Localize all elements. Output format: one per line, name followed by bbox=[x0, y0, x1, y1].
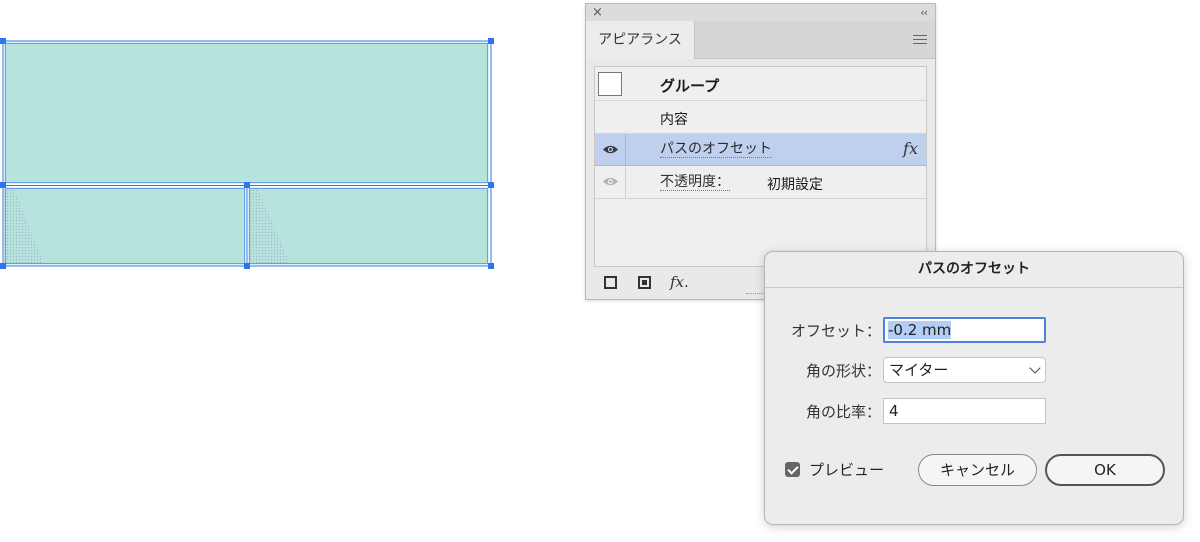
opacity-label-link[interactable]: 不透明度： bbox=[660, 174, 730, 191]
group-thumbnail bbox=[598, 72, 622, 96]
eye-icon[interactable] bbox=[602, 144, 619, 155]
row-offset-path-effect[interactable]: パスのオフセット fx bbox=[595, 134, 926, 166]
cancel-button[interactable]: キャンセル bbox=[918, 454, 1037, 486]
ok-button[interactable]: OK bbox=[1045, 454, 1165, 486]
offset-path-dialog: パスのオフセット オフセット： -0.2 mm 角の形状： マイター 角の比率：… bbox=[764, 251, 1184, 525]
contents-label: 内容 bbox=[660, 112, 688, 128]
add-effect-fx-icon[interactable]: fx. bbox=[670, 273, 689, 291]
handle-bottom-right[interactable] bbox=[488, 263, 494, 269]
group-label: グループ bbox=[660, 77, 720, 95]
artwork-top-rect[interactable] bbox=[3, 41, 490, 185]
offset-value-selected: -0.2 mm bbox=[888, 321, 952, 339]
offset-label: オフセット： bbox=[790, 322, 881, 340]
dialog-title: パスのオフセット bbox=[918, 261, 1030, 277]
eye-icon[interactable] bbox=[602, 176, 619, 187]
joins-selected-value: マイター bbox=[889, 361, 949, 379]
row-opacity[interactable]: 不透明度： 初期設定 bbox=[595, 166, 926, 199]
handle-middle-left[interactable] bbox=[0, 182, 6, 188]
fx-icon: fx bbox=[903, 139, 918, 158]
appearance-list: グループ 内容 パスのオフセット fx 不透明度： 初期設定 bbox=[594, 66, 927, 267]
handle-top-right[interactable] bbox=[488, 38, 494, 44]
handle-middle-right[interactable] bbox=[488, 182, 494, 188]
artwork-canvas bbox=[0, 38, 494, 269]
miter-limit-input[interactable]: 4 bbox=[883, 398, 1046, 424]
row-group[interactable]: グループ bbox=[595, 67, 926, 101]
preview-checkbox[interactable] bbox=[785, 462, 800, 477]
add-fill-icon[interactable] bbox=[638, 276, 651, 289]
opacity-value: 初期設定 bbox=[767, 177, 823, 193]
preview-label[interactable]: プレビュー bbox=[809, 459, 884, 480]
visibility-toggle[interactable] bbox=[595, 134, 626, 165]
add-stroke-icon[interactable] bbox=[604, 276, 617, 289]
handle-top-left[interactable] bbox=[0, 38, 6, 44]
miter-limit-label: 角の比率： bbox=[805, 403, 881, 421]
hamburger-menu-icon[interactable] bbox=[913, 35, 927, 45]
joins-label: 角の形状： bbox=[805, 362, 881, 380]
handle-bottom-center[interactable] bbox=[244, 263, 250, 269]
tab-appearance[interactable]: アピアランス bbox=[586, 21, 695, 59]
handle-bottom-left[interactable] bbox=[0, 263, 6, 269]
chevron-down-icon bbox=[1029, 362, 1041, 374]
handle-middle-center[interactable] bbox=[244, 182, 250, 188]
offset-input[interactable]: -0.2 mm bbox=[883, 317, 1046, 343]
close-icon[interactable]: × bbox=[592, 4, 603, 21]
visibility-toggle-opacity[interactable] bbox=[595, 166, 626, 198]
opacity-row-label: 不透明度： bbox=[660, 174, 730, 191]
panel-tabbar: アピアランス bbox=[586, 21, 935, 59]
artwork-bottom-left-rect[interactable] bbox=[3, 186, 247, 266]
dialog-header: パスのオフセット bbox=[765, 252, 1183, 288]
collapse-icon[interactable]: ‹‹ bbox=[920, 4, 928, 21]
joins-select[interactable]: マイター bbox=[883, 357, 1046, 383]
row-contents[interactable]: 内容 bbox=[595, 101, 926, 134]
panel-titlebar[interactable]: × ‹‹ bbox=[586, 4, 935, 21]
offset-path-effect-link[interactable]: パスのオフセット bbox=[660, 141, 772, 158]
